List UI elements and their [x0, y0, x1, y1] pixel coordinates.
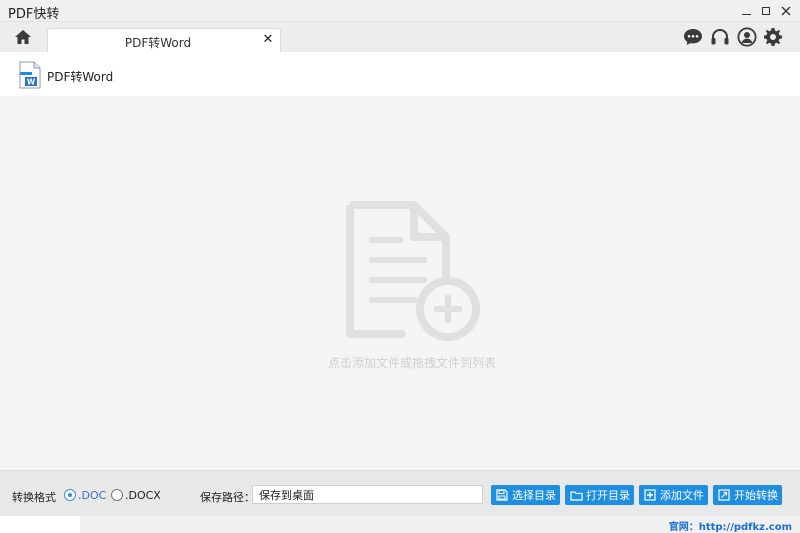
open-directory-label: 打开目录: [586, 489, 630, 502]
word-document-icon: W: [18, 61, 42, 89]
format-label: 转换格式: [12, 491, 56, 504]
tool-title: PDF转Word: [47, 70, 114, 84]
footer-blank: [0, 516, 80, 533]
select-directory-label: 选择目录: [512, 489, 556, 502]
plus-square-icon: [643, 488, 657, 502]
bottom-toolbar: 转换格式 .DOC .DOCX 保存路径： 选择目录 打开目录 添加文件 开始转…: [0, 470, 800, 516]
maximize-icon[interactable]: [756, 2, 776, 20]
folder-icon: [569, 488, 583, 502]
minimize-icon[interactable]: [736, 2, 756, 20]
status-footer: 官网：http://pdfkz.com: [0, 516, 800, 533]
home-icon[interactable]: [12, 27, 34, 47]
tab-bar: PDF转Word ✕: [0, 22, 800, 52]
convert-icon: [717, 488, 731, 502]
radio-selected-icon[interactable]: [64, 489, 76, 501]
start-convert-label: 开始转换: [734, 489, 778, 502]
title-bar: PDF快转: [0, 0, 800, 22]
file-drop-zone[interactable]: 点击添加文件或拖拽文件到列表: [0, 96, 800, 470]
radio-unselected-icon[interactable]: [111, 489, 123, 501]
format-doc-label: .DOC: [78, 488, 107, 502]
format-radio-docx[interactable]: .DOCX: [111, 487, 161, 503]
save-path-label: 保存路径：: [200, 491, 255, 504]
tool-header: W PDF转Word: [0, 52, 800, 96]
gear-icon[interactable]: [762, 26, 784, 48]
drop-hint-text: 点击添加文件或拖拽文件到列表: [327, 356, 496, 370]
website-link[interactable]: 官网：http://pdfkz.com: [669, 518, 792, 533]
app-title: PDF快转: [8, 7, 60, 22]
tab-pdf-to-word[interactable]: PDF转Word ✕: [47, 28, 281, 52]
add-document-icon[interactable]: [344, 199, 484, 344]
add-file-label: 添加文件: [660, 489, 704, 502]
chat-icon[interactable]: [682, 26, 704, 48]
format-radio-doc[interactable]: .DOC: [64, 487, 106, 503]
select-directory-button[interactable]: 选择目录: [491, 485, 560, 505]
headset-icon[interactable]: [709, 26, 731, 48]
user-icon[interactable]: [736, 26, 758, 48]
tab-label: PDF转Word: [124, 36, 192, 50]
add-file-button[interactable]: 添加文件: [639, 485, 708, 505]
start-convert-button[interactable]: 开始转换: [713, 485, 782, 505]
save-disk-icon: [495, 488, 509, 502]
close-icon[interactable]: [776, 2, 796, 20]
format-docx-label: .DOCX: [125, 488, 161, 502]
save-path-input[interactable]: [252, 485, 483, 504]
open-directory-button[interactable]: 打开目录: [565, 485, 634, 505]
svg-text:W: W: [27, 78, 36, 87]
tab-close-icon[interactable]: ✕: [262, 33, 274, 47]
